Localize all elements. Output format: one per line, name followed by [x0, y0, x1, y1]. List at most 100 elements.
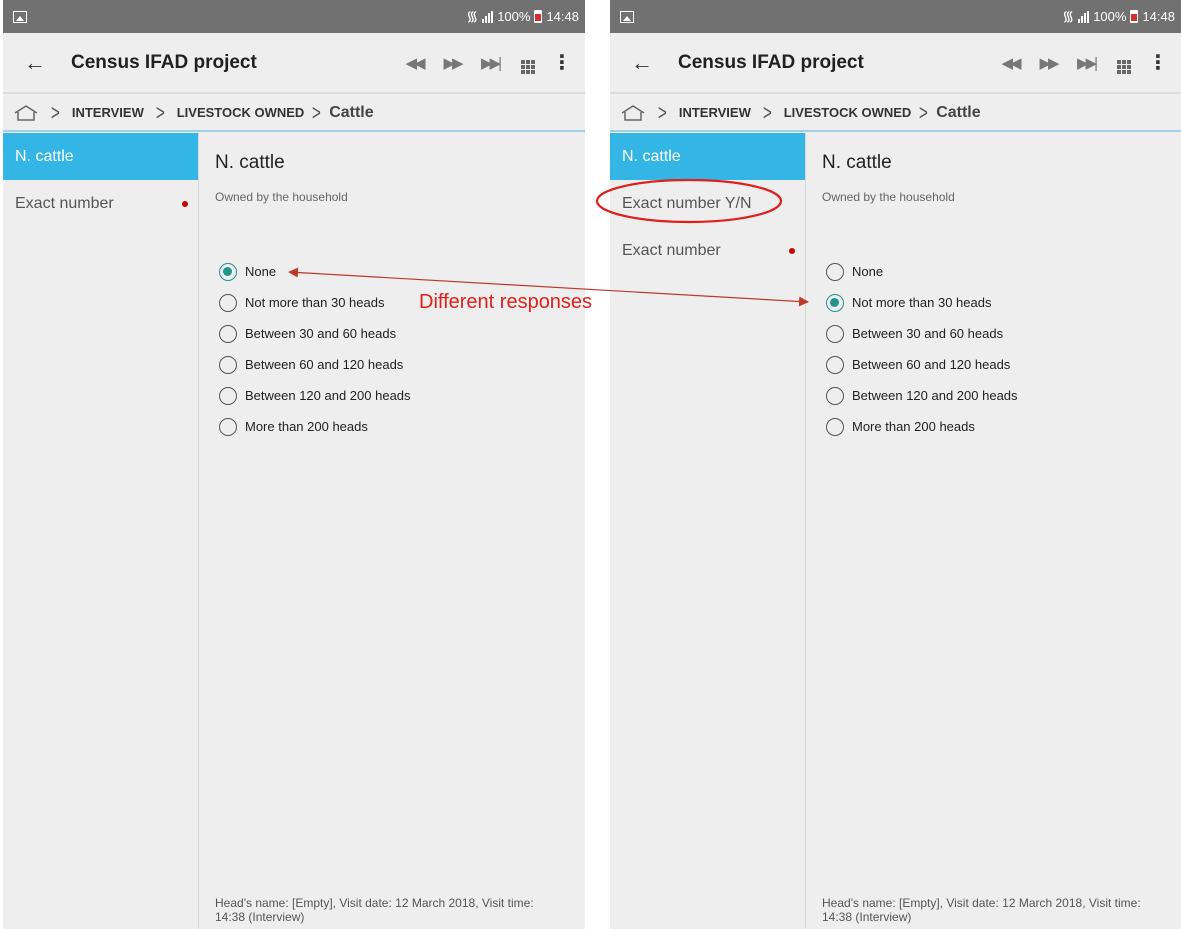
- radio-label: None: [852, 264, 884, 279]
- interview-footer: Head's name: [Empty], Visit date: 12 Mar…: [215, 896, 534, 924]
- radio-group: None Not more than 30 heads Between 30 a…: [822, 256, 1181, 442]
- signal-icon: [482, 10, 494, 23]
- radio-unselected-icon[interactable]: [826, 324, 844, 343]
- radio-label: Between 30 and 60 heads: [245, 326, 397, 341]
- sidebar-item-n-cattle[interactable]: N. cattle: [3, 133, 198, 180]
- home-icon[interactable]: [13, 104, 39, 122]
- status-bar: ᯾ 100% 14:48: [3, 0, 585, 33]
- question-panel: N. cattle Owned by the household None No…: [807, 133, 1181, 929]
- chevron-right-icon: >: [657, 99, 667, 125]
- radio-option[interactable]: More than 200 heads: [822, 411, 1181, 442]
- back-arrow-icon[interactable]: ←: [7, 50, 63, 76]
- radio-option[interactable]: Between 30 and 60 heads: [215, 318, 585, 349]
- radio-option[interactable]: Between 60 and 120 heads: [215, 349, 585, 380]
- app-bar: ← Census IFAD project ◀◀ ▶▶ ▶▶| ⋮: [610, 33, 1181, 94]
- radio-unselected-icon[interactable]: [826, 386, 844, 405]
- breadcrumb-livestock[interactable]: LIVESTOCK OWNED: [784, 105, 912, 120]
- chevron-right-icon: >: [50, 99, 60, 125]
- back-arrow-icon[interactable]: ←: [614, 50, 670, 76]
- radio-selected-icon[interactable]: [826, 293, 844, 312]
- next-page-icon[interactable]: ▶▶: [433, 54, 471, 72]
- sidebar-item-label: N. cattle: [622, 147, 681, 165]
- radio-unselected-icon[interactable]: [826, 355, 844, 374]
- question-hint: Owned by the household: [822, 190, 955, 204]
- sidebar-item-exact-number[interactable]: Exact number: [3, 180, 198, 227]
- battery-icon: [534, 10, 543, 23]
- question-hint: Owned by the household: [215, 190, 348, 204]
- radio-label: Between 30 and 60 heads: [852, 326, 1004, 341]
- breadcrumb: > INTERVIEW > LIVESTOCK OWNED > Cattle: [3, 95, 585, 132]
- sidebar-item-exact-number-yn[interactable]: Exact number Y/N: [610, 180, 805, 227]
- required-dot-icon: [182, 201, 188, 207]
- grid-view-icon[interactable]: [509, 51, 547, 74]
- radio-label: More than 200 heads: [852, 419, 975, 434]
- battery-percent: 100%: [1093, 9, 1127, 24]
- gallery-notification-icon: [620, 10, 634, 23]
- radio-unselected-icon[interactable]: [219, 417, 237, 436]
- question-panel: N. cattle Owned by the household None No…: [200, 133, 585, 929]
- breadcrumb: > INTERVIEW > LIVESTOCK OWNED > Cattle: [610, 95, 1181, 132]
- sidebar-item-label: N. cattle: [15, 147, 74, 165]
- previous-page-icon[interactable]: ◀◀: [991, 54, 1029, 72]
- screen-left: ᯾ 100% 14:48 ← Census IFAD project ◀◀ ▶▶…: [3, 0, 585, 929]
- chevron-right-icon: >: [312, 99, 322, 125]
- previous-page-icon[interactable]: ◀◀: [395, 54, 433, 72]
- last-page-icon[interactable]: ▶▶|: [1067, 54, 1105, 72]
- overflow-menu-icon[interactable]: ⋮: [1143, 50, 1173, 75]
- battery-percent: 100%: [497, 9, 531, 24]
- next-page-icon[interactable]: ▶▶: [1029, 54, 1067, 72]
- radio-label: Between 60 and 120 heads: [852, 357, 1011, 372]
- clock: 14:48: [1142, 9, 1175, 24]
- breadcrumb-current: Cattle: [329, 103, 374, 121]
- app-title: Census IFAD project: [71, 51, 257, 73]
- breadcrumb-current: Cattle: [936, 103, 981, 121]
- radio-unselected-icon[interactable]: [219, 386, 237, 405]
- radio-label: Not more than 30 heads: [852, 295, 992, 310]
- radio-unselected-icon[interactable]: [826, 417, 844, 436]
- sidebar-item-label: Exact number: [622, 241, 721, 259]
- wifi-icon: ᯾: [1062, 8, 1075, 24]
- sidebar-item-label: Exact number Y/N: [622, 194, 752, 212]
- radio-selected-icon[interactable]: [219, 262, 237, 281]
- radio-label: Between 60 and 120 heads: [245, 357, 404, 372]
- radio-label: More than 200 heads: [245, 419, 368, 434]
- breadcrumb-interview[interactable]: INTERVIEW: [72, 105, 144, 120]
- radio-unselected-icon[interactable]: [826, 262, 844, 281]
- radio-group: None Not more than 30 heads Between 30 a…: [215, 256, 585, 442]
- annotation-label: Different responses: [419, 291, 593, 313]
- radio-option[interactable]: None: [822, 256, 1181, 287]
- status-indicators: ᯾ 100% 14:48: [466, 7, 579, 26]
- sidebar-item-exact-number[interactable]: Exact number: [610, 227, 805, 274]
- radio-option[interactable]: Between 30 and 60 heads: [822, 318, 1181, 349]
- clock: 14:48: [546, 9, 579, 24]
- radio-unselected-icon[interactable]: [219, 293, 237, 312]
- radio-option[interactable]: Not more than 30 heads: [822, 287, 1181, 318]
- chevron-right-icon: >: [155, 99, 165, 125]
- radio-option[interactable]: More than 200 heads: [215, 411, 585, 442]
- signal-icon: [1078, 10, 1090, 23]
- radio-unselected-icon[interactable]: [219, 355, 237, 374]
- radio-label: Between 120 and 200 heads: [852, 388, 1018, 403]
- chevron-right-icon: >: [919, 99, 929, 125]
- question-list: N. cattle Exact number: [3, 133, 199, 929]
- grid-view-icon[interactable]: [1105, 51, 1143, 74]
- status-bar: ᯾ 100% 14:48: [610, 0, 1181, 33]
- sidebar-item-n-cattle[interactable]: N. cattle: [610, 133, 805, 180]
- breadcrumb-livestock[interactable]: LIVESTOCK OWNED: [177, 105, 305, 120]
- home-icon[interactable]: [620, 104, 646, 122]
- wifi-icon: ᯾: [466, 8, 479, 24]
- radio-option[interactable]: Between 120 and 200 heads: [822, 380, 1181, 411]
- radio-option[interactable]: Between 60 and 120 heads: [822, 349, 1181, 380]
- last-page-icon[interactable]: ▶▶|: [471, 54, 509, 72]
- radio-unselected-icon[interactable]: [219, 324, 237, 343]
- breadcrumb-interview[interactable]: INTERVIEW: [679, 105, 751, 120]
- required-dot-icon: [789, 248, 795, 254]
- app-title: Census IFAD project: [678, 51, 864, 73]
- radio-option[interactable]: Between 120 and 200 heads: [215, 380, 585, 411]
- interview-footer: Head's name: [Empty], Visit date: 12 Mar…: [822, 896, 1141, 924]
- status-indicators: ᯾ 100% 14:48: [1062, 7, 1175, 26]
- radio-option[interactable]: None: [215, 256, 585, 287]
- battery-icon: [1130, 10, 1139, 23]
- overflow-menu-icon[interactable]: ⋮: [547, 50, 577, 75]
- sidebar-item-label: Exact number: [15, 194, 114, 212]
